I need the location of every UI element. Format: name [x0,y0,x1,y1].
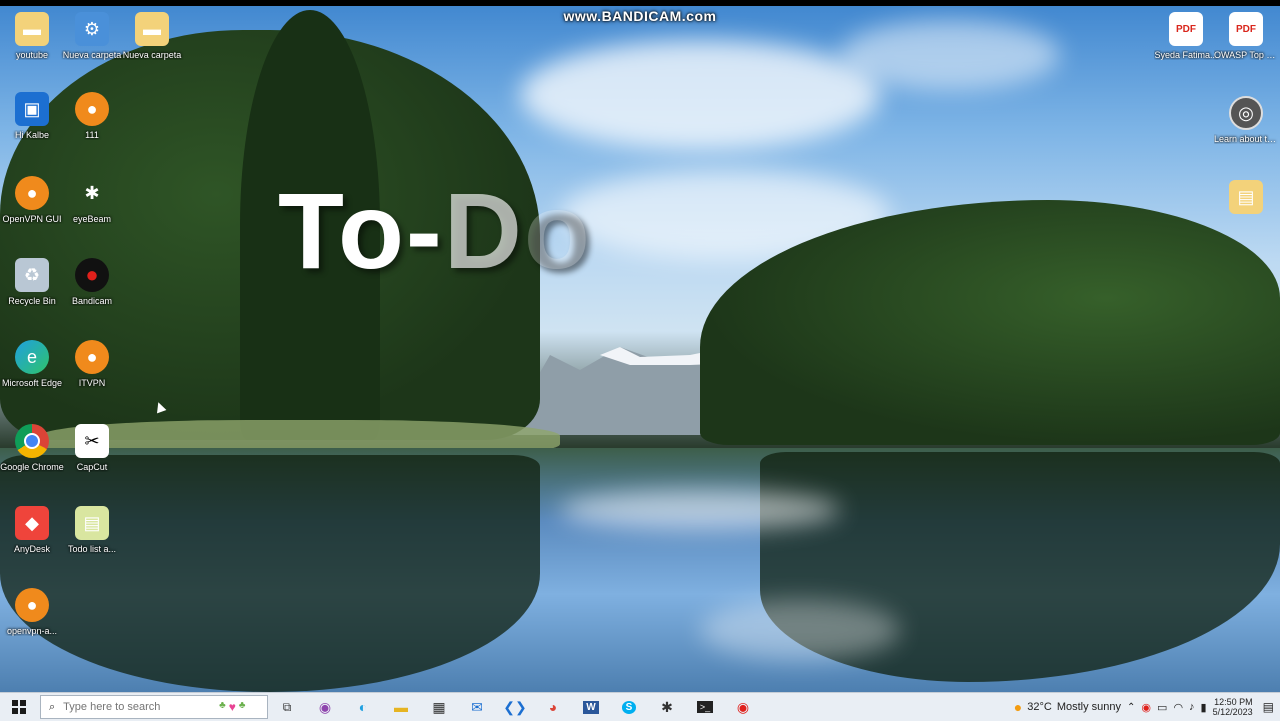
desktop-icon-hi-kalbe[interactable]: ▣ Hi Kalbe [0,92,64,140]
anydesk-icon: ◆ [15,506,49,540]
clock-time: 12:50 PM [1214,697,1253,707]
desktop-icon-pdf-syeda[interactable]: PDF Syeda Fatima... [1154,12,1218,60]
desktop-icon-bandicam[interactable]: ● Bandicam [60,258,124,306]
chrome-icon [15,424,49,458]
task-view-icon: ⧉ [282,699,292,714]
weather-sun-icon: ● [1013,699,1023,715]
capcut-icon: ✂ [75,424,109,458]
desktop-icon-pdf-owasp[interactable]: PDF OWASP Top 10... [1214,12,1278,60]
search-highlight-decoration: ♣ ♥ ♣ [219,700,245,714]
taskbar-skype[interactable]: S [610,693,648,721]
clock[interactable]: 12:50 PM 5/12/2023 [1213,697,1253,717]
store-icon: ▦ [432,698,446,715]
eyebeam-icon: ✱ [84,182,100,203]
desktop-icon-learn-about-picture[interactable]: ◎ Learn about this picture [1214,96,1278,144]
desktop-icon-folder[interactable]: ▬ Nueva carpeta [120,12,184,60]
windows-logo-icon [12,700,26,714]
bandicam-watermark: www.BANDICAM.com [563,8,717,24]
bandicam-tray-icon[interactable]: ◉ [1141,701,1151,714]
openvpn-icon: ● [15,176,49,210]
notification-icon[interactable]: ▤ [1263,700,1274,714]
desktop-icon-anydesk[interactable]: ◆ AnyDesk [0,506,64,554]
desktop-icon-google-chrome[interactable]: Google Chrome [0,424,64,472]
leaf-icon: ♣ [238,700,246,711]
volume-icon[interactable]: ♪ [1189,701,1195,713]
openvpn-icon: ● [75,340,109,374]
file-icon: ▤ [75,506,109,540]
mail-icon: ✉ [471,698,483,715]
weather-temp: 32°C [1027,701,1052,713]
pdf-icon: PDF [1169,12,1203,46]
pdf-icon: PDF [1229,12,1263,46]
desktop-wallpaper [0,0,1280,720]
taskbar-store[interactable]: ▦ [420,693,458,721]
desktop-icon-settings-app[interactable]: ⚙ Nueva carpeta [60,12,124,60]
taskbar-mail[interactable]: ✉ [458,693,496,721]
taskbar-vscode[interactable]: ❮❯ [496,693,534,721]
skype-icon: S [621,700,637,714]
eyebeam-icon: ✱ [661,698,673,715]
desktop-icon-recycle-bin[interactable]: ♻ Recycle Bin [0,258,64,306]
battery-icon[interactable]: ▮ [1201,701,1207,714]
chrome-icon: ◕ [548,699,558,715]
desktop-icon-capcut[interactable]: ✂ CapCut [60,424,124,472]
weather-text: Mostly sunny [1056,701,1122,713]
desktop-icon-eyebeam[interactable]: ✱ eyeBeam [60,176,124,225]
clock-date: 5/12/2023 [1212,707,1253,717]
desktop-icon-microsoft-edge[interactable]: e Microsoft Edge [0,340,64,388]
openvpn-icon: ● [15,588,49,622]
recycle-bin-icon: ♻ [15,258,49,292]
terminal-icon: >_ [696,701,714,713]
taskbar-terminal[interactable]: >_ [686,693,724,721]
bandicam-icon: ◉ [736,698,750,715]
task-view-button[interactable]: ⧉ [268,693,306,721]
taskbar-copilot[interactable]: ◉ [306,693,344,721]
vscode-icon: ❮❯ [503,698,527,715]
network-icon[interactable]: ▭ [1157,701,1167,714]
todo-overlay-title: To-Do [278,168,592,293]
todo-title-part2: D [443,170,524,291]
desktop-icon-todo-list[interactable]: ▤ Todo list a... [60,506,124,554]
word-icon: W [583,700,599,714]
taskbar-search-box[interactable]: ⌕ ♣ ♥ ♣ [40,695,268,719]
taskbar-chrome[interactable]: ◕ [534,693,572,721]
todo-title-part1: To- [278,170,444,291]
copilot-icon: ◉ [318,698,332,715]
desktop-icon-openvpn-gui[interactable]: ● OpenVPN GUI [0,176,64,224]
system-tray: ● 32°C Mostly sunny ⌃ ◉ ▭ ◠ ♪ ▮ 12:50 PM… [1014,693,1280,721]
heart-icon: ♥ [228,700,236,714]
leaf-icon: ♣ [219,700,226,711]
edge-icon: ◐ [358,699,368,715]
openvpn-icon: ● [75,92,109,126]
wifi-icon[interactable]: ◠ [1173,701,1183,714]
taskbar-file-explorer[interactable]: ▬ [382,693,420,721]
taskbar-bandicam[interactable]: ◉ [724,693,762,721]
bandicam-icon: ● [75,258,109,292]
weather-widget[interactable]: ● 32°C Mostly sunny [1014,699,1121,715]
search-icon: ⌕ [49,700,56,713]
camera-icon: ◎ [1229,96,1263,130]
desktop-icon-itvpn[interactable]: ● ITVPN [60,340,124,388]
start-button[interactable] [0,693,38,721]
edge-icon: e [15,340,49,374]
desktop-icon-youtube[interactable]: ▬ youtube [0,12,64,60]
chevron-up-icon[interactable]: ⌃ [1127,702,1135,713]
taskbar: ⌕ ♣ ♥ ♣ ⧉ ◉ ◐ ▬ ▦ ✉ ❮❯ ◕ W S ✱ >_ ◉ ● 32… [0,692,1280,721]
todo-title-part3: o [523,170,592,291]
top-black-bar [0,0,1280,6]
file-icon: ▤ [1229,180,1263,214]
desktop-icon-file[interactable]: ▤ [1214,180,1278,218]
desktop-icon-openvpn-a[interactable]: ● openvpn-a... [0,588,64,636]
folder-icon: ▬ [15,12,49,46]
folder-icon: ▬ [394,699,408,715]
taskbar-edge[interactable]: ◐ [344,693,382,721]
search-input[interactable] [61,700,216,714]
desktop-icon-111[interactable]: ● 111 [60,92,124,140]
folder-icon: ▬ [135,12,169,46]
taskbar-word[interactable]: W [572,693,610,721]
app-icon: ▣ [15,92,49,126]
settings-icon: ⚙ [75,12,109,46]
taskbar-eyebeam[interactable]: ✱ [648,693,686,721]
